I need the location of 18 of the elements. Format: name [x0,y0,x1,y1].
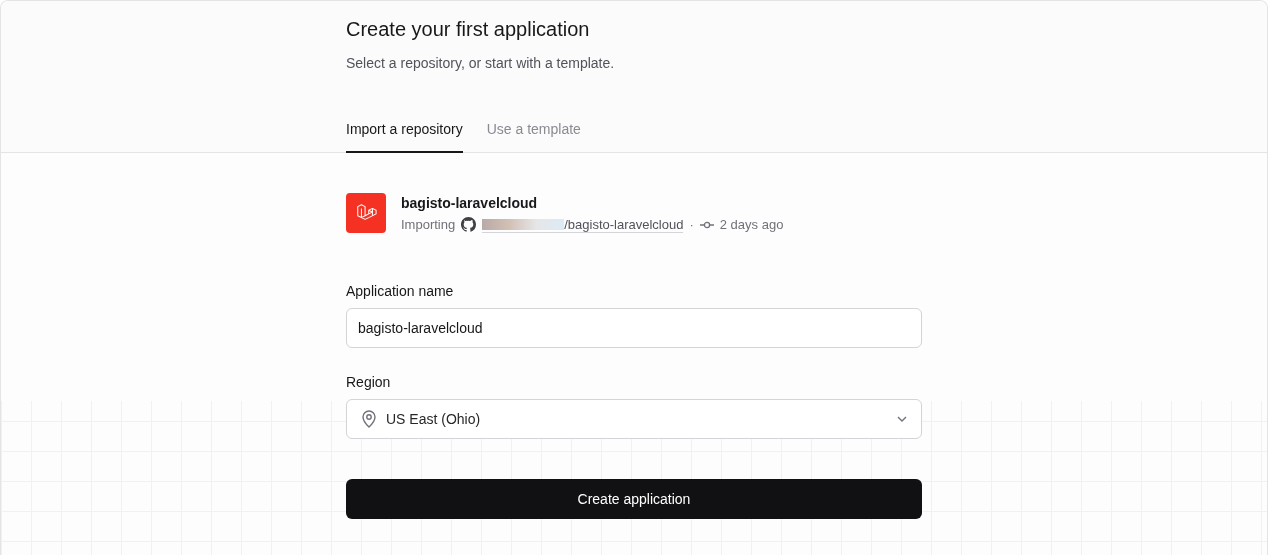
laravel-logo-icon [346,193,386,233]
page-title: Create your first application [346,17,591,41]
location-pin-icon [361,410,377,428]
application-name-field[interactable]: bagisto-laravelcloud [346,308,922,348]
import-status: Importing [401,217,456,232]
commit-icon [699,219,714,230]
separator-dot: · [689,217,694,232]
commit-time: 2 days ago [719,217,784,232]
region-select[interactable]: US East (Ohio) [346,399,922,439]
tab[interactable]: Import a repository [346,115,463,153]
field-label: Application name [346,282,455,300]
repository-name: bagisto-laravelcloud [401,193,539,212]
page-subtitle: Select a repository, or start with a template. [346,54,616,72]
chevron-down-icon [897,416,907,422]
field-label: Region [346,373,392,391]
create-application-button[interactable]: Create application [346,479,922,519]
repository-link[interactable]: /bagisto-laravelcloud [482,216,684,233]
github-icon [461,217,477,232]
